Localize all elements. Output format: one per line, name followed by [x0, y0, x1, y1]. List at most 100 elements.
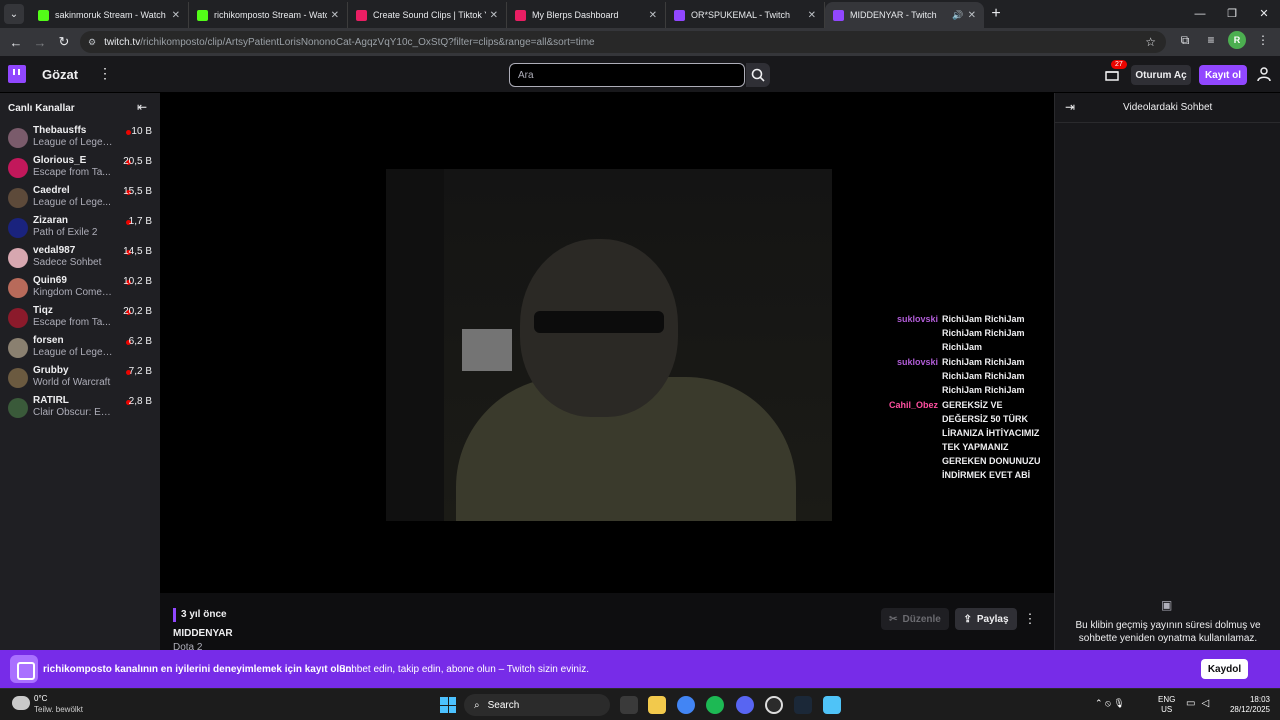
- profile-avatar[interactable]: R: [1228, 31, 1246, 49]
- collapse-sidebar-icon[interactable]: ⇤: [137, 100, 147, 114]
- browser-tab[interactable]: sakinmoruk Stream - Watch Live ✕: [30, 2, 189, 28]
- browser-menu-icon[interactable]: ⋮: [1254, 31, 1272, 49]
- forward-icon[interactable]: →: [28, 35, 52, 50]
- tab-close-icon[interactable]: ✕: [490, 10, 498, 21]
- login-button[interactable]: Oturum Aç: [1131, 65, 1191, 85]
- edit-label: Düzenle: [902, 613, 941, 625]
- tab-close-icon[interactable]: ✕: [808, 10, 816, 21]
- file-explorer-icon[interactable]: [648, 696, 666, 714]
- sidebar-channel-item[interactable]: Caedrel League of Lege... 15,5 B: [0, 183, 160, 213]
- weather-cloud-icon[interactable]: [12, 696, 30, 710]
- taskbar-search[interactable]: ⌕ Search: [464, 694, 610, 716]
- viewer-count: 1,7 B: [128, 216, 152, 227]
- bookmark-star-icon[interactable]: ☆: [1145, 35, 1156, 49]
- tab-favicon-icon: [38, 9, 49, 21]
- clock[interactable]: 18:03 28/12/2025: [1222, 695, 1270, 715]
- new-tab-button[interactable]: +: [984, 5, 1008, 23]
- reload-icon[interactable]: ↻: [52, 34, 76, 50]
- sidebar-channel-item[interactable]: forsen League of Legen... 6,2 B: [0, 333, 160, 363]
- user-menu-icon[interactable]: [1256, 66, 1272, 82]
- window-controls: — ❐ ✕: [1184, 0, 1280, 28]
- tray-overflow-icon[interactable]: ⌃ ⦸ 🎙: [1095, 698, 1125, 709]
- tab-close-icon[interactable]: ✕: [649, 10, 657, 21]
- tab-search-icon[interactable]: ⌄: [4, 4, 24, 24]
- chrome-icon[interactable]: [677, 696, 695, 714]
- language-indicator[interactable]: ENG US: [1158, 695, 1175, 715]
- windows-start-icon[interactable]: [440, 697, 456, 713]
- channel-game: League of Legen...: [33, 347, 113, 358]
- channel-game: League of Lege...: [33, 197, 111, 208]
- sidebar-title: Canlı Kanallar: [8, 103, 75, 114]
- tray-status-icons[interactable]: ▭◁: [1186, 698, 1215, 709]
- sidebar-channel-item[interactable]: Thebausffs League of Legends 10 B: [0, 123, 160, 153]
- chat-empty-message: Bu klibin geçmiş yayının süresi dolmuş v…: [1075, 620, 1261, 644]
- browser-tab[interactable]: OR*SPUKEMAL - Twitch ✕: [666, 2, 825, 28]
- channel-name: Zizaran: [33, 215, 69, 226]
- clip-more-icon[interactable]: ⋮: [1023, 608, 1037, 630]
- task-view-icon[interactable]: [620, 696, 638, 714]
- chat-username[interactable]: suklovski: [880, 355, 942, 397]
- tab-favicon-icon: [197, 9, 208, 21]
- tab-title: richikomposto Stream - Watch Live: [214, 10, 327, 20]
- twitch-logo-icon[interactable]: [8, 65, 26, 83]
- taskbar-search-label: Search: [487, 699, 520, 711]
- clip-info-bar: 3 yıl önce MIDDENYAR Dota 2 ✂ Düzenle ⇪ …: [160, 593, 1054, 653]
- video-person-glasses: [534, 311, 664, 333]
- chat-username[interactable]: suklovski: [880, 312, 942, 354]
- discord-icon[interactable]: [736, 696, 754, 714]
- sidebar-channel-item[interactable]: Tiqz Escape from Ta... 20,2 B: [0, 303, 160, 333]
- browser-tab[interactable]: My Blerps Dashboard ✕: [507, 2, 666, 28]
- sidebar-channel-item[interactable]: RATIRL Clair Obscur: Ex... 2,8 B: [0, 393, 160, 423]
- collapse-chat-icon[interactable]: ⇥: [1065, 100, 1075, 114]
- search-input[interactable]: Ara: [509, 63, 745, 87]
- sidebar-channel-item[interactable]: Zizaran Path of Exile 2 1,7 B: [0, 213, 160, 243]
- notification-badge: 27: [1111, 60, 1127, 69]
- search-button[interactable]: [746, 63, 770, 87]
- clip-channel-link[interactable]: MIDDENYAR: [173, 628, 233, 639]
- media-control-icon[interactable]: ≡: [1202, 31, 1220, 49]
- search-icon: [751, 68, 765, 82]
- tab-close-icon[interactable]: ✕: [172, 10, 180, 21]
- sidebar-channel-item[interactable]: Grubby World of Warcraft 7,2 B: [0, 363, 160, 393]
- site-info-icon[interactable]: ⚙: [88, 37, 96, 48]
- share-label: Paylaş: [976, 613, 1009, 625]
- tab-audio-icon[interactable]: 🔊: [952, 10, 963, 21]
- close-window-icon[interactable]: ✕: [1248, 0, 1280, 28]
- channel-avatar: [8, 248, 28, 268]
- chat-message-text: RichiJam RichiJam RichiJam RichiJam Rich…: [942, 314, 1025, 352]
- signup-banner: richikomposto kanalının en iyilerini den…: [0, 650, 1280, 688]
- more-options-icon[interactable]: ⋮: [98, 65, 112, 82]
- channel-game: Escape from Ta...: [33, 317, 111, 328]
- tab-title: sakinmoruk Stream - Watch Live: [55, 10, 168, 20]
- browser-tab[interactable]: richikomposto Stream - Watch Live ✕: [189, 2, 348, 28]
- channel-name: vedal987: [33, 245, 76, 256]
- chat-username[interactable]: Cahil_Obez: [880, 398, 942, 482]
- live-indicator-icon: [126, 130, 131, 135]
- channel-game: Escape from Ta...: [33, 167, 111, 178]
- tab-favicon-icon: [515, 9, 526, 21]
- browser-tab[interactable]: MIDDENYAR - Twitch 🔊 ✕: [825, 2, 984, 28]
- spotify-icon[interactable]: [706, 696, 724, 714]
- channel-name: Grubby: [33, 365, 69, 376]
- sidebar-channel-item[interactable]: Quin69 Kingdom Come:... 10,2 B: [0, 273, 160, 303]
- back-icon[interactable]: ←: [4, 35, 28, 50]
- browse-link[interactable]: Gözat: [42, 67, 78, 82]
- browser-tab[interactable]: Create Sound Clips | Tiktok Youtube ✕: [348, 2, 507, 28]
- minimize-icon[interactable]: —: [1184, 0, 1216, 28]
- channel-avatar: [8, 398, 28, 418]
- refresh-app-icon[interactable]: [765, 696, 783, 714]
- tab-close-icon[interactable]: ✕: [968, 10, 976, 21]
- notepad-icon[interactable]: [823, 696, 841, 714]
- banner-signup-button[interactable]: Kaydol: [1201, 659, 1248, 679]
- extensions-icon[interactable]: ⧉: [1176, 31, 1194, 49]
- steam-icon[interactable]: [794, 696, 812, 714]
- overlay-chat-message: Cahil_Obez GEREKSİZ VE DEĞERSİZ 50 TÜRK L…: [880, 398, 1048, 482]
- address-bar[interactable]: ⚙ twitch.tv /richikomposto/clip/ArtsyPat…: [80, 31, 1166, 53]
- tab-close-icon[interactable]: ✕: [331, 10, 339, 21]
- sidebar-channel-item[interactable]: vedal987 Sadece Sohbet 14,5 B: [0, 243, 160, 273]
- sidebar-channel-item[interactable]: Glorious_E Escape from Ta... 20,5 B: [0, 153, 160, 183]
- share-button[interactable]: ⇪ Paylaş: [955, 608, 1017, 630]
- edit-clip-button[interactable]: ✂ Düzenle: [881, 608, 949, 630]
- signup-button[interactable]: Kayıt ol: [1199, 65, 1247, 85]
- restore-icon[interactable]: ❐: [1216, 0, 1248, 28]
